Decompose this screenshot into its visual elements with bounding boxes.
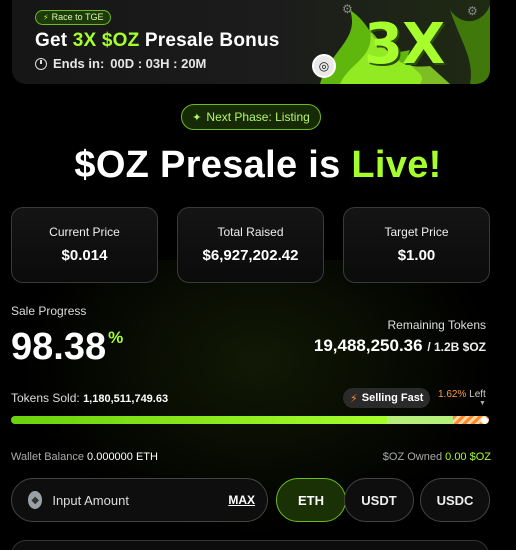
tokens-sold-label: Tokens Sold: (11, 391, 80, 405)
sale-progress-bar (11, 416, 489, 424)
selling-fast-badge: ⚡ Selling Fast (343, 388, 431, 408)
currency-usdt-button[interactable]: USDT (344, 478, 414, 522)
tokens-sold-value: 1,180,511,749.63 (83, 393, 169, 405)
remaining-tokens-label: Remaining Tokens (387, 318, 486, 332)
total-raised-value: $6,927,202.42 (202, 247, 299, 264)
stopwatch-icon (35, 57, 47, 70)
banner-countdown: Ends in: 00D : 03H : 20M (35, 56, 206, 71)
total-supply-label: / 1.2B $OZ (427, 340, 486, 354)
oz-owned-label: $OZ Owned (382, 451, 443, 463)
gear-icon: ⚙ (467, 4, 478, 18)
ends-in-label: Ends in: (53, 56, 105, 71)
total-raised-card: Total Raised $6,927,202.42 (177, 207, 324, 283)
bolt-icon: ⚡ (350, 392, 358, 405)
selling-fast-label: Selling Fast (361, 392, 424, 404)
percent-symbol: % (108, 328, 124, 347)
presale-title: $OZ Presale is Live! (0, 144, 516, 187)
tokens-sold: Tokens Sold: 1,180,511,749.63 (11, 391, 168, 405)
banner-title-suffix: Presale Bonus (139, 30, 280, 51)
oz-owned-value: 0.00 $OZ (445, 451, 491, 463)
amount-input-wrapper[interactable]: ◆ MAX (11, 478, 268, 522)
bonus-banner[interactable]: ⚡ Race to TGE Get 3X $OZ Presale Bonus E… (12, 0, 490, 84)
progress-fill (11, 416, 388, 424)
remaining-tokens-number: 19,488,250.36 (313, 336, 423, 355)
bolt-icon: ⚡ (43, 13, 49, 22)
current-price-value: $0.014 (61, 247, 108, 264)
left-word: Left (469, 389, 486, 400)
next-phase-label: Next Phase: Listing (206, 110, 310, 124)
ethereum-icon: ◆ (28, 491, 43, 509)
banner-title-highlight: 3X $OZ (72, 30, 140, 51)
gear-icon: ⚙ (342, 2, 353, 16)
presale-title-live: Live! (351, 144, 442, 186)
total-raised-label: Total Raised (217, 225, 284, 239)
left-percent: 1.62% Left (438, 389, 486, 400)
sale-progress-label: Sale Progress (11, 304, 87, 318)
left-percent-value: 1.62% (438, 389, 467, 400)
currency-usdc-button[interactable]: USDC (420, 478, 490, 522)
current-price-label: Current Price (49, 225, 120, 239)
countdown-value: 00D : 03H : 20M (110, 56, 207, 71)
banner-title: Get 3X $OZ Presale Bonus (35, 30, 280, 52)
target-price-card: Target Price $1.00 (343, 207, 490, 283)
presale-title-main: $OZ Presale is (74, 144, 352, 186)
progress-end-marker (481, 417, 488, 424)
swirl-logo-icon: ◎ (312, 54, 336, 78)
target-price-value: $1.00 (397, 247, 436, 264)
wallet-balance-label: Wallet Balance (11, 451, 84, 463)
amount-input[interactable] (52, 492, 229, 508)
currency-eth-button[interactable]: ETH (276, 478, 346, 522)
banner-title-prefix: Get (35, 30, 73, 51)
remaining-tokens-value: 19,488,250.36 / 1.2B $OZ (314, 336, 486, 356)
race-to-tge-label: Race to TGE (51, 12, 104, 22)
race-to-tge-pill: ⚡ Race to TGE (35, 10, 112, 25)
max-button[interactable]: MAX (228, 493, 255, 507)
current-price-card: Current Price $0.014 (11, 207, 158, 283)
sale-progress-percent: 98.38% (11, 326, 123, 369)
next-phase-pill: ✦ Next Phase: Listing (181, 104, 321, 130)
target-price-label: Target Price (384, 225, 449, 239)
sparkle-icon: ✦ (192, 111, 202, 124)
oz-owned: $OZ Owned 0.00 $OZ (383, 451, 491, 463)
banner-3x-text: 3X (364, 12, 445, 77)
caret-down-icon: ▼ (479, 400, 486, 407)
wallet-balance-value: 0.000000 ETH (87, 451, 158, 463)
sale-progress-number: 98.38 (11, 326, 107, 368)
next-panel (11, 540, 489, 550)
wallet-balance: Wallet Balance 0.000000 ETH (11, 451, 158, 463)
